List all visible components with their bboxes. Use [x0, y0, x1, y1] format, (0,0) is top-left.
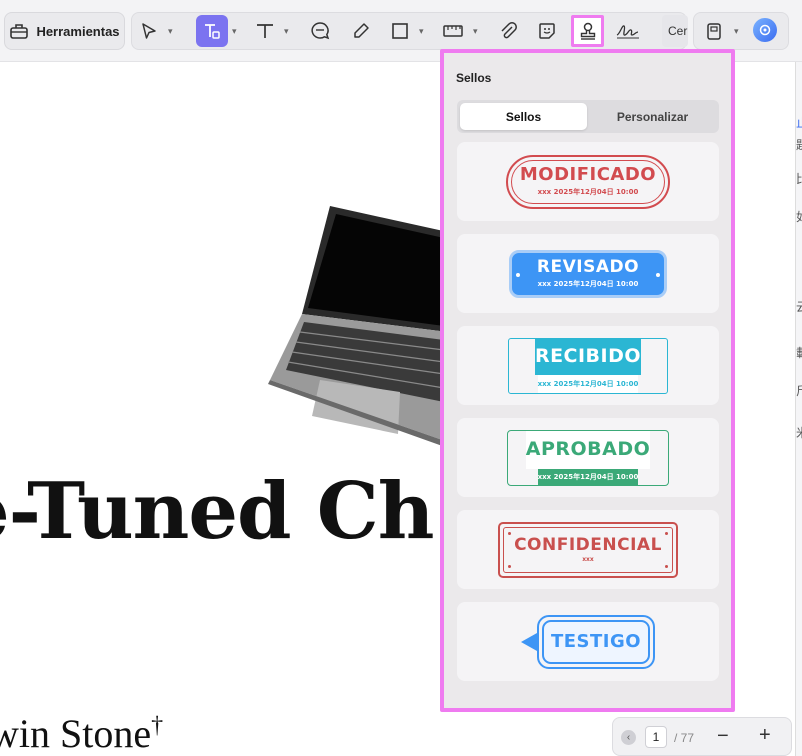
chevron-down-icon[interactable]: ▾: [232, 26, 237, 37]
stamp-label: TESTIGO: [550, 630, 642, 652]
stamp-subtext: xxx 2025年12月04日 10:00: [537, 279, 639, 288]
rail-text: 米: [796, 424, 802, 441]
chevron-down-icon[interactable]: ▾: [168, 26, 173, 37]
zoom-in-button[interactable]: +: [759, 724, 771, 747]
stamp-recibido: RECIBIDO xxx 2025年12月04日 10:00: [508, 337, 668, 394]
rail-text: 比: [796, 170, 802, 187]
chevron-down-icon[interactable]: ▾: [734, 26, 739, 37]
chevron-down-icon[interactable]: ▾: [284, 26, 289, 37]
author-name: win Stone: [0, 711, 152, 756]
chevron-left-icon: ‹: [626, 732, 631, 743]
stamp-revisado: REVISADO xxx 2025年12月04日 10:00: [509, 249, 667, 298]
stamp-subtext: xxx 2025年12月04日 10:00: [537, 468, 639, 485]
signature-icon[interactable]: [614, 21, 642, 41]
rail-text: 題: [796, 136, 802, 153]
paper-title-left: e-Tuned Ch: [0, 466, 435, 557]
stamp-card-confidencial[interactable]: CONFIDENCIAL xxx: [457, 510, 719, 589]
stamp-dot: [508, 531, 511, 535]
stamps-panel: Sellos Sellos Personalizar MODIFICADO xx…: [440, 49, 735, 712]
page-navigator: ‹ 1 / 77 − +: [612, 717, 792, 756]
paper-author: win Stone†: [0, 710, 163, 756]
attachment-icon[interactable]: [498, 21, 518, 41]
text-box-tool[interactable]: [196, 15, 228, 47]
select-arrow-icon[interactable]: [139, 21, 159, 41]
comment-icon[interactable]: [309, 21, 331, 41]
save-icon[interactable]: [704, 21, 724, 41]
chevron-down-icon[interactable]: ▾: [473, 26, 478, 37]
tools-button[interactable]: Herramientas: [4, 12, 125, 50]
rail-text: 云: [796, 298, 802, 315]
stamp-dot: [665, 564, 668, 568]
stamp-label: CONFIDENCIAL: [514, 534, 662, 555]
stamp-dot: [665, 531, 668, 535]
stamp-tool[interactable]: [571, 15, 604, 47]
stamp-dot: [656, 272, 660, 277]
previous-page-button[interactable]: ‹: [621, 730, 636, 745]
stamp-label: RECIBIDO: [534, 345, 642, 367]
tab-stamps[interactable]: Sellos: [460, 103, 587, 130]
text-icon[interactable]: [254, 21, 276, 41]
stamp-confidencial: CONFIDENCIAL xxx: [498, 521, 678, 578]
stamp-subtext: xxx 2025年12月04日 10:00: [537, 188, 639, 196]
stamp-icon: [578, 21, 598, 41]
rectangle-icon[interactable]: [390, 21, 410, 41]
stamp-testigo: TESTIGO: [521, 614, 655, 669]
stamp-subtext: xxx 2025年12月04日 10:00: [537, 374, 639, 393]
stamp-label: MODIFICADO: [519, 164, 657, 185]
text-box-icon: [202, 21, 222, 41]
stamp-card-aprobado[interactable]: APROBADO xxx 2025年12月04日 10:00: [457, 418, 719, 497]
stamp-subtext: xxx: [582, 555, 594, 563]
tab-custom[interactable]: Personalizar: [589, 103, 716, 130]
stamp-arrow: [521, 632, 537, 651]
rail-text: 斤: [796, 382, 802, 399]
highlighter-icon[interactable]: [351, 21, 371, 41]
stamp-label: REVISADO: [536, 256, 640, 277]
right-side-rail: 止 題 比 如 云 載 斤 米: [795, 62, 802, 756]
stamp-card-recibido[interactable]: RECIBIDO xxx 2025年12月04日 10:00: [457, 326, 719, 405]
ai-assistant-icon[interactable]: [753, 18, 777, 42]
toolbox-icon: [9, 22, 29, 40]
stamps-tab-switcher: Sellos Personalizar: [457, 100, 719, 133]
rail-text: 如: [796, 208, 802, 225]
measure-icon[interactable]: [441, 21, 465, 41]
page-number-input[interactable]: 1: [645, 726, 667, 748]
laptop-image: [268, 206, 448, 448]
zoom-out-button[interactable]: −: [717, 725, 729, 748]
tools-button-label: Herramientas: [36, 23, 120, 39]
stamp-aprobado: APROBADO xxx 2025年12月04日 10:00: [507, 429, 669, 486]
panel-title: Sellos: [456, 71, 492, 85]
rail-text: 載: [796, 344, 802, 361]
chevron-down-icon[interactable]: ▾: [419, 26, 424, 37]
stamp-modificado: MODIFICADO xxx 2025年12月04日 10:00: [506, 154, 670, 209]
stamp-card-revisado[interactable]: REVISADO xxx 2025年12月04日 10:00: [457, 234, 719, 313]
stamp-card-testigo[interactable]: TESTIGO: [457, 602, 719, 681]
sticker-icon[interactable]: [537, 21, 557, 41]
stamp-label: APROBADO: [525, 438, 651, 460]
stamp-card-modificado[interactable]: MODIFICADO xxx 2025年12月04日 10:00: [457, 142, 719, 221]
stamp-dot: [516, 272, 520, 277]
rail-link[interactable]: 止: [796, 114, 802, 131]
more-tools-button[interactable]: Cer: [662, 15, 688, 47]
page-total: / 77: [674, 731, 695, 745]
author-mark: †: [151, 712, 164, 739]
stamp-dot: [508, 564, 511, 568]
